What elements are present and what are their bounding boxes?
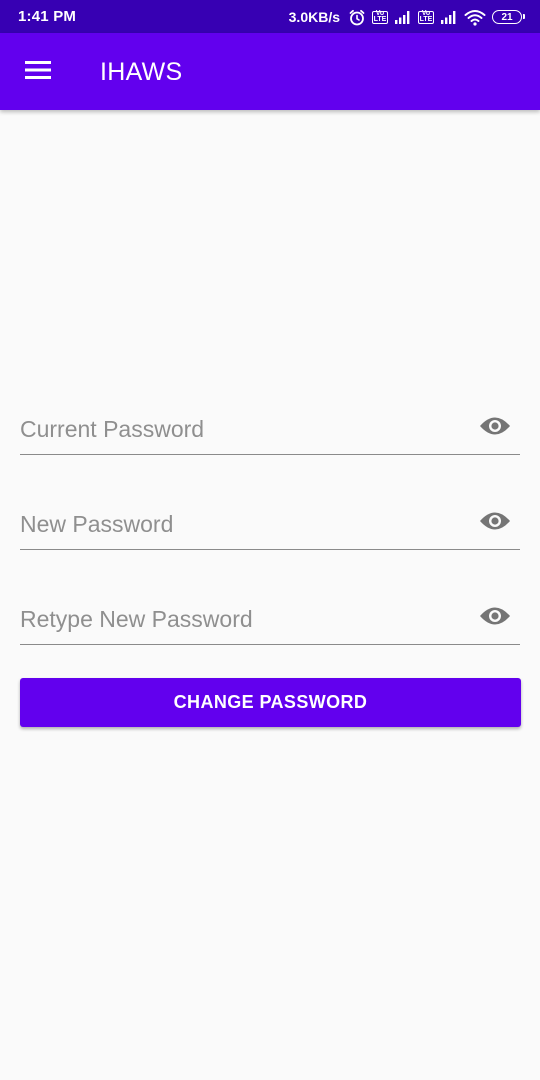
hamburger-menu-icon [25, 60, 51, 85]
eye-icon [479, 510, 511, 537]
volte-icon-2: Vo LTE [418, 10, 434, 24]
new-password-input[interactable] [20, 500, 460, 548]
retype-password-input[interactable] [20, 595, 460, 643]
status-bar: 1:41 PM 3.0KB/s Vo LTE Vo LTE 21 [0, 0, 540, 33]
volte-icon: Vo LTE [372, 10, 388, 24]
retype-password-visibility-toggle[interactable] [478, 603, 512, 633]
alarm-clock-icon [348, 9, 366, 26]
menu-button[interactable] [14, 52, 62, 92]
cellular-signal-icon-2 [440, 9, 458, 25]
battery-icon: 21 [492, 10, 525, 24]
wifi-icon [464, 9, 486, 26]
app-bar: IHAWS [0, 33, 540, 110]
current-password-field [20, 405, 520, 455]
status-icons: 3.0KB/s Vo LTE Vo LTE 21 [288, 6, 525, 28]
new-password-field [20, 500, 520, 550]
new-password-visibility-toggle[interactable] [478, 508, 512, 538]
current-password-visibility-toggle[interactable] [478, 413, 512, 443]
retype-password-field [20, 595, 520, 645]
eye-icon [479, 605, 511, 632]
change-password-button[interactable]: CHANGE PASSWORD [20, 678, 521, 727]
cellular-signal-icon [394, 9, 412, 25]
current-password-input[interactable] [20, 405, 460, 453]
network-speed: 3.0KB/s [288, 9, 340, 25]
app-title: IHAWS [100, 58, 183, 86]
status-time: 1:41 PM [18, 8, 77, 25]
eye-icon [479, 415, 511, 442]
